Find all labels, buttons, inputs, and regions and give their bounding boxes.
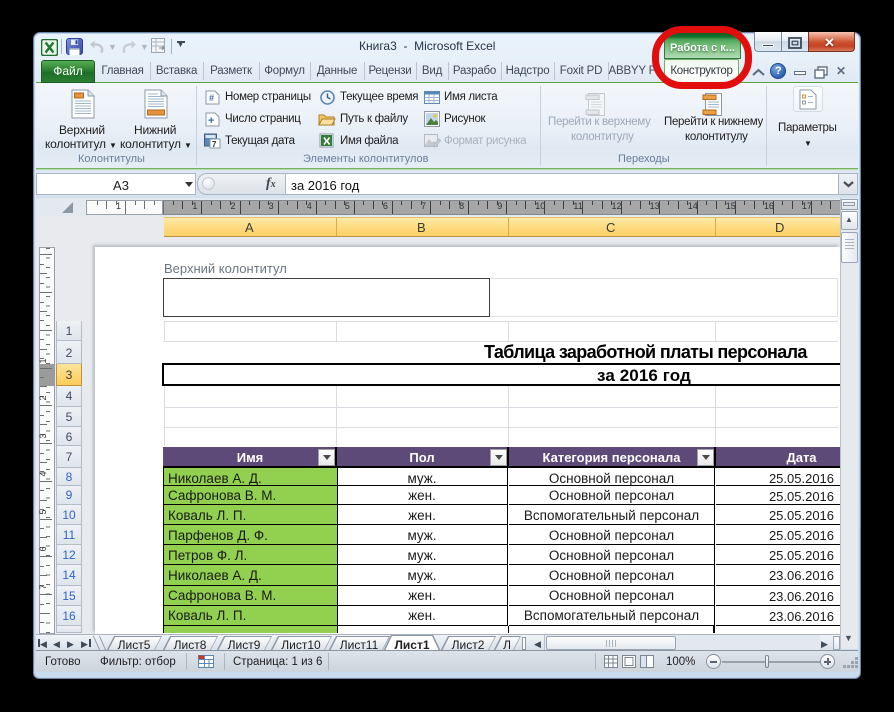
svg-text:7: 7	[212, 140, 217, 149]
svg-text:+: +	[208, 115, 214, 127]
svg-text:#: #	[209, 93, 214, 103]
